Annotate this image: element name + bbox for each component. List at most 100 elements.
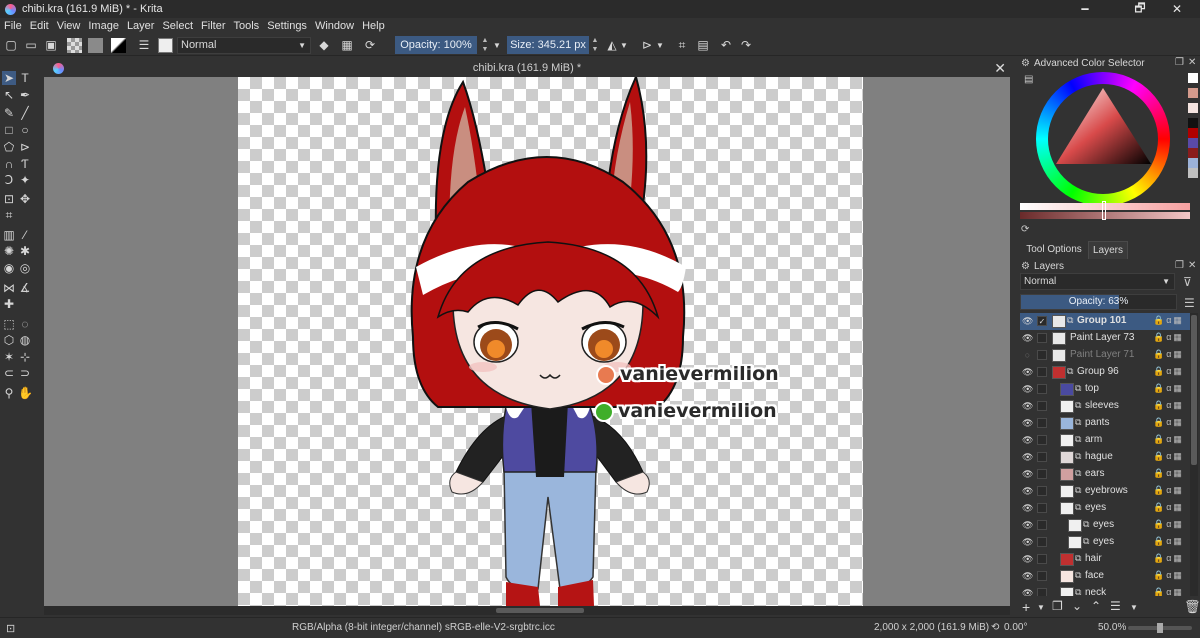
brush-preset-icon[interactable] (158, 38, 173, 53)
document-tab[interactable]: chibi.kra (161.9 MiB) * ✕ (44, 60, 1010, 77)
layer-property-icons[interactable]: 🔒α▦ (1153, 383, 1189, 395)
layer-select-checkbox[interactable] (1037, 350, 1047, 360)
layer-properties-icon[interactable]: ☰ (1110, 599, 1121, 613)
visibility-eye-icon[interactable]: 👁 (1022, 384, 1033, 395)
crop-tool-icon[interactable]: ⌗ (2, 208, 16, 222)
zoom-slider-handle[interactable] (1157, 623, 1163, 633)
scrollbar-thumb[interactable] (496, 608, 584, 613)
mirror-menu-icon[interactable]: ▼ (620, 37, 628, 53)
calligraphy-tool-icon[interactable]: ✒ (18, 88, 32, 102)
menu-filter[interactable]: Filter (201, 20, 225, 32)
visibility-eye-icon[interactable]: 👁 (1022, 520, 1033, 531)
layer-property-icons[interactable]: 🔒α▦ (1153, 400, 1189, 412)
blend-mode-select[interactable]: Normal ▼ (177, 37, 311, 54)
layer-select-checkbox[interactable] (1037, 367, 1047, 377)
mirror-horizontal-icon[interactable]: ◭ (605, 37, 619, 53)
delete-layer-icon[interactable]: 🗑 (1184, 599, 1200, 615)
float-layers-icon[interactable]: ❐ (1175, 260, 1184, 271)
minimize-button[interactable]: 🗕 (1062, 0, 1108, 18)
opacity-slider[interactable]: Opacity: 100% (395, 36, 477, 54)
text-tool-icon[interactable]: T (18, 71, 32, 85)
multibrush-tool-icon[interactable]: ✦ (18, 173, 32, 187)
similar-color-selection-tool-icon[interactable]: ⊹ (18, 350, 32, 364)
layer-property-icons[interactable]: 🔒α▦ (1153, 536, 1189, 548)
layer-row[interactable]: 👁 ✓ ⧉ Group 101 🔒α▦ (1020, 313, 1190, 330)
layer-opacity-slider[interactable]: Opacity: 63% (1020, 294, 1177, 310)
layer-property-icons[interactable]: 🔒α▦ (1153, 366, 1189, 378)
docker-settings-icon[interactable]: ⚙ (1021, 58, 1030, 69)
line-tool-icon[interactable]: ╱ (18, 106, 32, 120)
brush-preview-icon[interactable]: ⊡ (6, 622, 15, 635)
select-shapes-tool-icon[interactable]: ➤ (2, 71, 16, 85)
refresh-icon[interactable]: ⟳ (1021, 224, 1029, 235)
layer-property-icons[interactable]: 🔒α▦ (1153, 315, 1189, 327)
fg-bg-color-icon[interactable] (111, 38, 126, 53)
close-window-button[interactable]: ✕ (1154, 0, 1200, 18)
add-layer-icon[interactable]: + (1022, 599, 1030, 615)
close-layers-icon[interactable]: ✕ (1188, 260, 1196, 271)
layer-select-checkbox[interactable] (1037, 588, 1047, 596)
palette-swatch[interactable] (1188, 103, 1198, 113)
menu-window[interactable]: Window (315, 20, 354, 32)
magnetic-selection-tool-icon[interactable]: ⊃ (18, 366, 32, 380)
layer-property-icons[interactable]: 🔒α▦ (1153, 332, 1189, 344)
layer-row[interactable]: 👁 ⧉ arm 🔒α▦ (1020, 432, 1190, 449)
crop-icon[interactable]: ⌗ (675, 37, 689, 53)
layer-row[interactable]: ○ Paint Layer 71 🔒α▦ (1020, 347, 1190, 364)
layer-property-icons[interactable]: 🔒α▦ (1153, 485, 1189, 497)
preserve-alpha-icon[interactable]: ▦ (340, 37, 354, 53)
move-up-icon[interactable]: ⌃ (1091, 599, 1101, 613)
enclose-fill-tool-icon[interactable]: ◎ (18, 261, 32, 275)
layer-select-checkbox[interactable] (1037, 452, 1047, 462)
tab-tool-options[interactable]: Tool Options (1020, 241, 1088, 259)
layer-row[interactable]: 👁 ⧉ eyes 🔒α▦ (1020, 534, 1190, 551)
palette-swatch[interactable] (1188, 158, 1198, 168)
visibility-eye-icon[interactable]: 👁 (1022, 537, 1033, 548)
freehand-selection-tool-icon[interactable]: ◍ (18, 333, 32, 347)
canvas-viewport[interactable]: vanievermilion vanievermilion (44, 77, 1010, 606)
layer-property-icons[interactable]: 🔒α▦ (1153, 553, 1189, 565)
visibility-eye-icon[interactable]: 👁 (1022, 588, 1033, 596)
freehand-brush-tool-icon[interactable]: ✎ (2, 106, 16, 120)
visibility-eye-icon[interactable]: 👁 (1022, 435, 1033, 446)
brush-settings-icon[interactable]: ☰ (137, 37, 151, 53)
layer-property-icons[interactable]: 🔒α▦ (1153, 519, 1189, 531)
open-folder-icon[interactable]: ▭ (24, 37, 38, 53)
layer-select-checkbox[interactable] (1037, 520, 1047, 530)
color-wheel-triangle[interactable] (1036, 72, 1170, 206)
visibility-eye-icon[interactable]: 👁 (1022, 503, 1033, 514)
palette-swatch[interactable] (1188, 118, 1198, 128)
filter-icon[interactable]: ⊽ (1183, 275, 1192, 289)
visibility-eye-icon[interactable]: 👁 (1022, 316, 1033, 327)
layer-select-checkbox[interactable] (1037, 401, 1047, 411)
rectangle-tool-icon[interactable]: □ (2, 123, 16, 137)
layer-row[interactable]: 👁 ⧉ eyebrows 🔒α▦ (1020, 483, 1190, 500)
layer-options-icon[interactable]: ☰ (1184, 296, 1195, 310)
rotation-icon[interactable]: ⟲ (991, 622, 999, 633)
colorize-mask-tool-icon[interactable]: ✺ (2, 244, 16, 258)
layer-row[interactable]: 👁 ⧉ eyes 🔒α▦ (1020, 517, 1190, 534)
polyline-tool-icon[interactable]: ⊳ (18, 140, 32, 154)
layer-blend-mode-select[interactable]: Normal ▼ (1020, 273, 1175, 290)
ellipse-tool-icon[interactable]: ○ (18, 123, 32, 137)
visibility-eye-icon[interactable]: 👁 (1022, 571, 1033, 582)
layer-select-checkbox[interactable] (1037, 384, 1047, 394)
layer-select-checkbox[interactable] (1037, 435, 1047, 445)
palette-swatch[interactable] (1188, 138, 1198, 148)
layers-settings-icon[interactable]: ⚙ (1021, 261, 1030, 272)
brush-size-slider[interactable]: Size: 345.21 px (507, 36, 589, 54)
polygon-tool-icon[interactable]: ⬠ (2, 140, 16, 154)
layer-property-icons[interactable]: 🔒α▦ (1153, 587, 1189, 596)
selector-settings-icon[interactable]: ▤ (1024, 74, 1033, 85)
layer-select-checkbox[interactable] (1037, 418, 1047, 428)
dynamic-brush-tool-icon[interactable]: Ↄ (2, 173, 16, 187)
layer-select-checkbox[interactable] (1037, 486, 1047, 496)
mirror-v-menu-icon[interactable]: ▼ (656, 37, 664, 53)
move-tool-icon[interactable]: ✥ (18, 192, 32, 206)
color-picker-tool-icon[interactable]: ⁄ (18, 228, 32, 242)
opacity-spin-icon[interactable]: ▲ ▼ (480, 36, 490, 54)
bezier-selection-tool-icon[interactable]: ⊂ (2, 366, 16, 380)
layer-select-checkbox[interactable] (1037, 469, 1047, 479)
canvas-document[interactable]: vanievermilion vanievermilion (238, 77, 863, 606)
reload-preset-icon[interactable]: ⟳ (363, 37, 377, 53)
